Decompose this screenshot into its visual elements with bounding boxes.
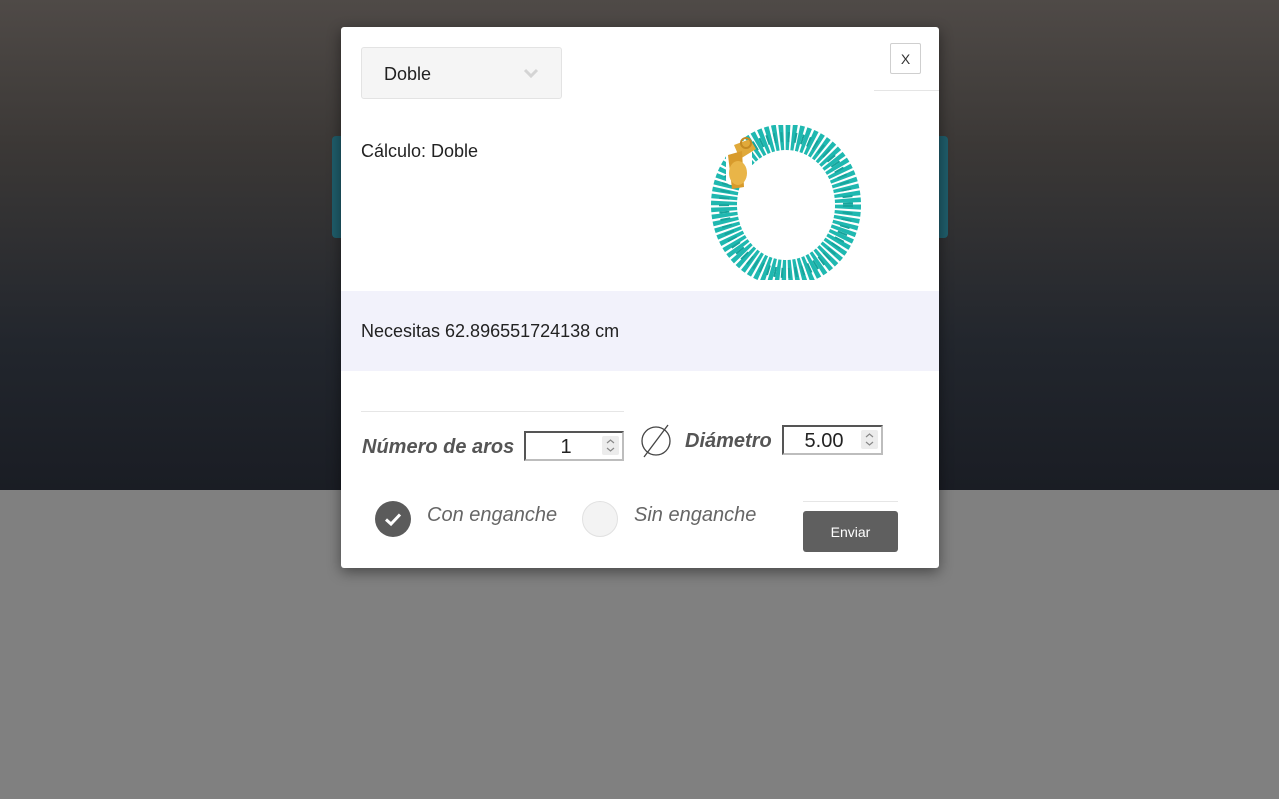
aros-number-input[interactable]: 1 bbox=[524, 431, 624, 461]
calculator-modal: Doble X Cálculo: Doble Necesitas 62.8965… bbox=[341, 27, 939, 568]
product-image bbox=[711, 125, 861, 280]
result-text: Necesitas 62.896551724138 cm bbox=[361, 321, 620, 341]
chevron-down-icon bbox=[523, 68, 539, 79]
sin-enganche-label[interactable]: Sin enganche bbox=[634, 504, 756, 527]
select-value: Doble bbox=[384, 64, 432, 84]
diametro-value: 5.00 bbox=[804, 430, 844, 452]
divider bbox=[803, 501, 898, 502]
divider bbox=[874, 90, 939, 91]
calculation-type-select[interactable]: Doble bbox=[361, 47, 562, 99]
submit-button[interactable]: Enviar bbox=[803, 511, 898, 552]
diametro-label: Diámetro bbox=[685, 430, 772, 452]
aros-value: 1 bbox=[560, 436, 572, 458]
sin-enganche-radio[interactable] bbox=[582, 501, 618, 537]
con-enganche-radio[interactable] bbox=[375, 501, 411, 537]
close-button[interactable]: X bbox=[890, 43, 921, 74]
diameter-icon bbox=[641, 424, 671, 458]
calculation-label: Cálculo: Doble bbox=[361, 141, 479, 161]
diametro-number-input[interactable]: 5.00 bbox=[782, 425, 883, 455]
aros-label: Número de aros bbox=[362, 436, 515, 458]
spinner-icon[interactable] bbox=[602, 436, 619, 455]
spinner-icon[interactable] bbox=[861, 430, 878, 449]
con-enganche-label[interactable]: Con enganche bbox=[427, 504, 557, 527]
divider bbox=[361, 411, 624, 412]
checkmark-icon bbox=[384, 513, 402, 527]
